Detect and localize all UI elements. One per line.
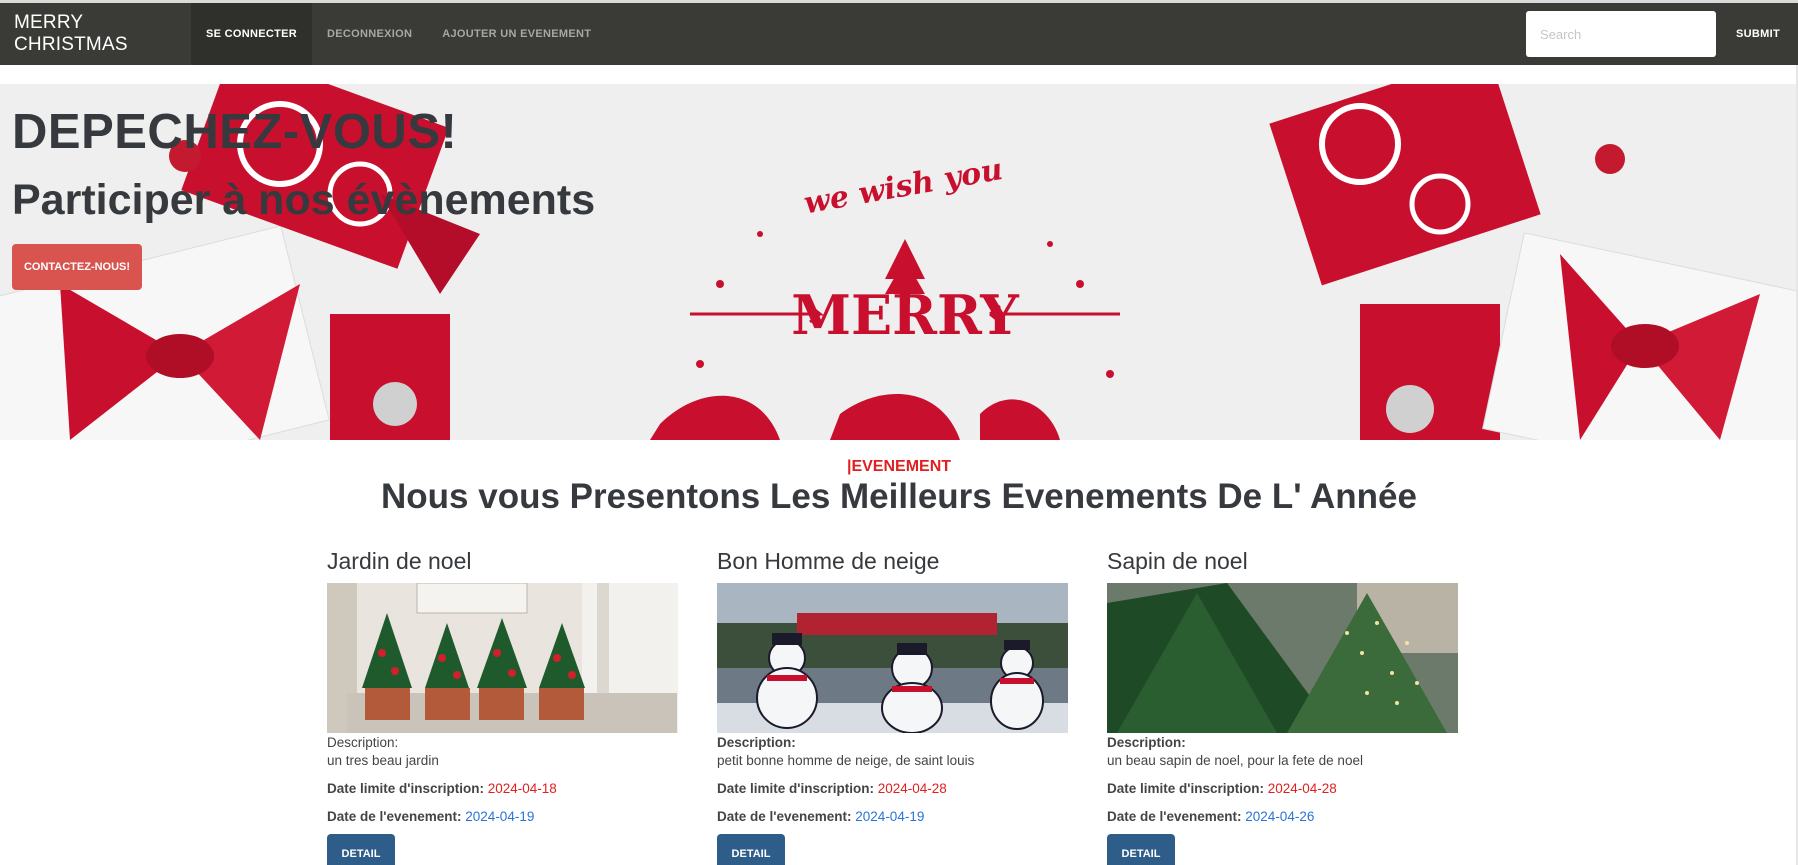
event-title: Bon Homme de neige [717, 548, 940, 574]
date-limit-label: Date limite d'inscription: [717, 781, 874, 796]
date-limit-row: Date limite d'inscription: 2024-04-18 [327, 781, 679, 796]
event-description: petit bonne homme de neige, de saint lou… [717, 753, 975, 768]
date-limit-label: Date limite d'inscription: [327, 781, 484, 796]
event-image-bonhomme[interactable] [717, 583, 1068, 733]
date-event-label: Date de l'evenement: [1107, 809, 1242, 824]
section-title: Nous vous Presentons Les Meilleurs Evene… [381, 477, 1417, 516]
description-label: Description: [717, 735, 796, 750]
search-input[interactable] [1526, 11, 1717, 57]
date-event-label: Date de l'evenement: [717, 809, 852, 824]
section-tag: |EVENEMENT [846, 458, 952, 475]
date-event-row: Date de l'evenement: 2024-04-19 [717, 809, 1069, 824]
hero-title: DEPECHEZ-VOUS! [12, 105, 458, 159]
date-event-row: Date de l'evenement: 2024-04-26 [1107, 809, 1459, 824]
hero-image-text-main: MERRY [791, 283, 1020, 347]
date-limit-row: Date limite d'inscription: 2024-04-28 [717, 781, 1069, 796]
event-description: un beau sapin de noel, pour la fete de n… [1107, 753, 1363, 768]
detail-button[interactable]: DETAIL [327, 834, 395, 865]
date-event-value: 2024-04-19 [465, 809, 535, 824]
event-description: un tres beau jardin [327, 753, 439, 768]
event-title: Sapin de noel [1107, 548, 1248, 574]
date-limit-value: 2024-04-18 [487, 781, 557, 796]
nav-deconnexion[interactable]: DECONNEXION [312, 3, 427, 65]
submit-button[interactable]: SUBMIT [1720, 3, 1798, 65]
brand-logo[interactable]: MERRY CHRISTMAS [0, 3, 191, 65]
event-image-sapin[interactable] [1107, 583, 1458, 733]
nav-ajouter-evenement[interactable]: AJOUTER UN EVENEMENT [427, 3, 606, 65]
description-label: Description: [1107, 735, 1186, 750]
detail-button[interactable]: DETAIL [1107, 834, 1175, 865]
detail-button[interactable]: DETAIL [717, 834, 785, 865]
description-label: Description: [327, 735, 399, 750]
event-card: Jardin de noel Description: un tres beau… [327, 545, 679, 865]
date-event-label: Date de l'evenement: [327, 809, 462, 824]
event-image-jardin[interactable] [327, 583, 678, 733]
navbar: MERRY CHRISTMAS SE CONNECTER DECONNEXION… [0, 3, 1798, 65]
contact-button[interactable]: CONTACTEZ-NOUS! [12, 244, 142, 290]
date-event-value: 2024-04-19 [855, 809, 925, 824]
date-limit-row: Date limite d'inscription: 2024-04-28 [1107, 781, 1459, 796]
hero-subtitle: Participer à nos évènements [12, 176, 596, 224]
event-card: Bon Homme de neige Description: petit bo… [717, 545, 1069, 865]
nav-se-connecter[interactable]: SE CONNECTER [191, 3, 312, 65]
event-title: Jardin de noel [327, 548, 472, 574]
date-limit-label: Date limite d'inscription: [1107, 781, 1264, 796]
date-limit-value: 2024-04-28 [1267, 781, 1337, 796]
date-event-value: 2024-04-26 [1245, 809, 1315, 824]
event-card: Sapin de noel Description: un beau sapin… [1107, 545, 1459, 865]
date-event-row: Date de l'evenement: 2024-04-19 [327, 809, 679, 824]
date-limit-value: 2024-04-28 [877, 781, 947, 796]
hero-banner: we wish you MERRY DEPECHEZ-VOUS! Partici… [0, 84, 1798, 440]
